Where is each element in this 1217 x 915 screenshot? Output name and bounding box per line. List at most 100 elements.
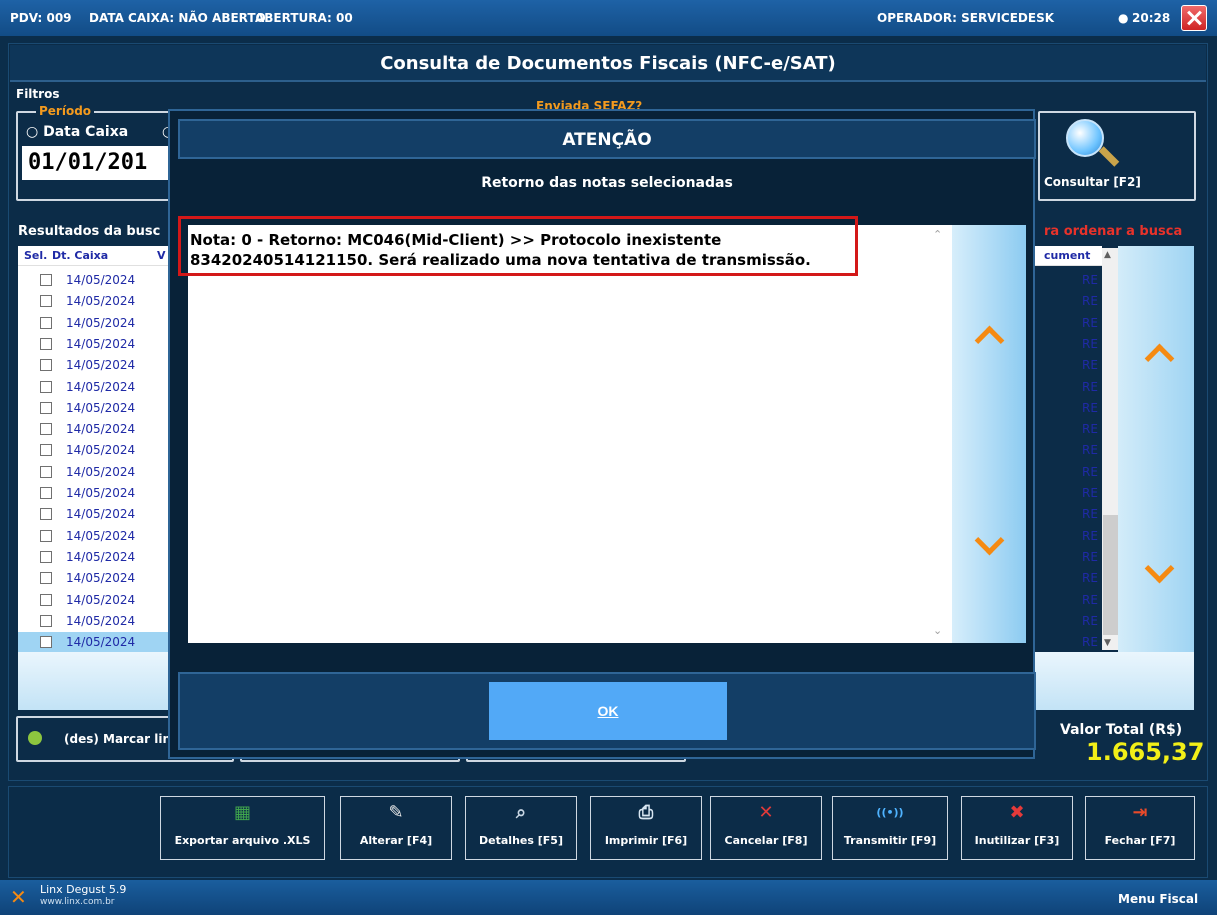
grid-scroll-up-icon[interactable]: ▲ bbox=[1104, 250, 1111, 260]
toolbar-button-broadcast[interactable]: ((•)) Transmitir [F9] bbox=[832, 796, 948, 860]
table-row[interactable]: 14/05/2024 bbox=[18, 398, 168, 419]
row-date: 14/05/2024 bbox=[66, 635, 136, 650]
row-document: RE bbox=[1082, 592, 1098, 607]
search-handle-icon bbox=[1098, 146, 1120, 167]
row-document: RE bbox=[1082, 571, 1098, 586]
row-checkbox[interactable] bbox=[40, 636, 52, 649]
table-row[interactable]: 14/05/2024 bbox=[18, 419, 168, 440]
col-dt-caixa[interactable]: Dt. Caixa bbox=[52, 249, 108, 262]
row-checkbox[interactable] bbox=[40, 529, 52, 542]
table-row[interactable]: 14/05/2024 bbox=[18, 547, 168, 568]
row-date: 14/05/2024 bbox=[66, 528, 136, 543]
row-date: 14/05/2024 bbox=[66, 379, 136, 394]
row-checkbox[interactable] bbox=[40, 316, 52, 329]
menu-fiscal-link[interactable]: Menu Fiscal bbox=[1118, 892, 1198, 906]
row-checkbox[interactable] bbox=[40, 380, 52, 393]
row-checkbox[interactable] bbox=[40, 401, 52, 414]
toolbar-button-label: Fechar [F7] bbox=[1104, 834, 1176, 847]
modal-down-icon[interactable] bbox=[975, 532, 1003, 560]
table-row[interactable]: 14/05/2024 bbox=[18, 632, 168, 654]
date-field[interactable]: 01/01/201 bbox=[22, 146, 172, 180]
row-document: RE bbox=[1082, 336, 1098, 351]
col-sel[interactable]: Sel. bbox=[24, 249, 47, 262]
toolbar-button-edit[interactable]: ✎ Alterar [F4] bbox=[340, 796, 452, 860]
row-checkbox[interactable] bbox=[40, 423, 52, 436]
consultar-button[interactable]: Consultar [F2] bbox=[1038, 111, 1196, 201]
row-date: 14/05/2024 bbox=[66, 273, 136, 287]
grid-scroll-down-icon[interactable]: ▼ bbox=[1104, 638, 1111, 648]
magnifier-icon: ⌕ bbox=[515, 802, 527, 823]
message-scroll-up-icon[interactable]: ⌃ bbox=[933, 228, 947, 242]
excel-icon: ▦ bbox=[233, 802, 252, 823]
toolbar-button-magnifier[interactable]: ⌕ Detalhes [F5] bbox=[465, 796, 577, 860]
table-row[interactable]: 14/05/2024 bbox=[18, 440, 168, 461]
table-row[interactable]: 14/05/2024 bbox=[18, 270, 168, 291]
row-checkbox[interactable] bbox=[40, 508, 52, 521]
row-date: 14/05/2024 bbox=[66, 549, 136, 564]
row-checkbox[interactable] bbox=[40, 572, 52, 585]
table-row[interactable]: 14/05/2024 bbox=[18, 313, 168, 334]
table-row[interactable]: 14/05/2024 bbox=[18, 611, 168, 632]
check-icon bbox=[28, 731, 42, 745]
ok-button[interactable]: OK bbox=[489, 682, 727, 740]
close-icon[interactable] bbox=[1181, 5, 1207, 31]
row-checkbox[interactable] bbox=[40, 614, 52, 627]
row-checkbox[interactable] bbox=[40, 274, 52, 286]
brand-label: Linx Degust 5.9 bbox=[40, 883, 127, 896]
table-row[interactable]: 14/05/2024 bbox=[18, 291, 168, 312]
results-label: Resultados da busc bbox=[18, 224, 161, 239]
table-row[interactable]: 14/05/2024 bbox=[18, 462, 168, 483]
modal-up-icon[interactable] bbox=[975, 322, 1003, 350]
toolbar-button-x[interactable]: ✕ Cancelar [F8] bbox=[710, 796, 822, 860]
consultar-label: Consultar [F2] bbox=[1044, 175, 1141, 189]
edit-icon: ✎ bbox=[388, 802, 404, 823]
row-document: RE bbox=[1082, 315, 1098, 330]
row-checkbox[interactable] bbox=[40, 359, 52, 372]
row-document: RE bbox=[1082, 613, 1098, 628]
radio-icon: ○ bbox=[26, 124, 39, 140]
col-documento[interactable]: cument bbox=[1044, 249, 1090, 262]
row-checkbox[interactable] bbox=[40, 337, 52, 350]
row-checkbox[interactable] bbox=[40, 487, 52, 499]
toolbar-button-label: Detalhes [F5] bbox=[479, 834, 563, 847]
grid-scroll-thumb[interactable] bbox=[1103, 515, 1118, 635]
toolbar-button-excel[interactable]: ▦ Exportar arquivo .XLS bbox=[160, 796, 325, 860]
toolbar-button-cancel-circle[interactable]: ✖ Inutilizar [F3] bbox=[961, 796, 1073, 860]
row-checkbox[interactable] bbox=[40, 295, 52, 308]
message-highlight-box bbox=[178, 216, 858, 276]
clock-time: 20:28 bbox=[1132, 11, 1171, 25]
table-row[interactable]: 14/05/2024 bbox=[18, 355, 168, 376]
col-v[interactable]: V bbox=[157, 249, 166, 262]
table-row[interactable]: 14/05/2024 bbox=[18, 334, 168, 355]
page-up-icon[interactable] bbox=[1145, 340, 1173, 368]
table-row[interactable]: 14/05/2024 bbox=[18, 504, 168, 525]
row-checkbox[interactable] bbox=[40, 550, 52, 563]
table-row[interactable]: 14/05/2024 bbox=[18, 483, 168, 504]
row-checkbox[interactable] bbox=[40, 444, 52, 457]
table-row[interactable]: 14/05/2024 bbox=[18, 590, 168, 611]
row-date: 14/05/2024 bbox=[66, 400, 136, 415]
toolbar-button-exit[interactable]: ⇥ Fechar [F7] bbox=[1085, 796, 1195, 860]
radio-data-caixa[interactable]: ○ Data Caixa bbox=[26, 124, 128, 140]
page-down-icon[interactable] bbox=[1145, 560, 1173, 588]
row-date: 14/05/2024 bbox=[66, 464, 136, 479]
toolbar-button-label: Transmitir [F9] bbox=[843, 834, 937, 847]
message-scroll-down-icon[interactable]: ⌄ bbox=[933, 624, 947, 638]
table-row[interactable]: 14/05/2024 bbox=[18, 377, 168, 398]
row-date: 14/05/2024 bbox=[66, 315, 136, 330]
row-checkbox[interactable] bbox=[40, 593, 52, 606]
row-date: 14/05/2024 bbox=[66, 336, 136, 351]
modal-scroll-strip bbox=[952, 225, 1026, 643]
toolbar-button-printer[interactable]: ⎙ Imprimir [F6] bbox=[590, 796, 702, 860]
row-checkbox[interactable] bbox=[40, 465, 52, 478]
row-document: RE bbox=[1082, 549, 1098, 564]
linx-logo-icon: ✕ bbox=[10, 885, 27, 909]
message-textarea[interactable] bbox=[188, 225, 952, 643]
row-document: RE bbox=[1082, 635, 1098, 650]
periodo-label: Período bbox=[36, 104, 95, 118]
table-row[interactable]: 14/05/2024 bbox=[18, 526, 168, 547]
broadcast-icon: ((•)) bbox=[876, 806, 904, 819]
data-caixa-label: DATA CAIXA: NÃO ABERTO bbox=[89, 11, 266, 25]
toolbar-button-label: Exportar arquivo .XLS bbox=[174, 834, 311, 847]
table-row[interactable]: 14/05/2024 bbox=[18, 568, 168, 589]
